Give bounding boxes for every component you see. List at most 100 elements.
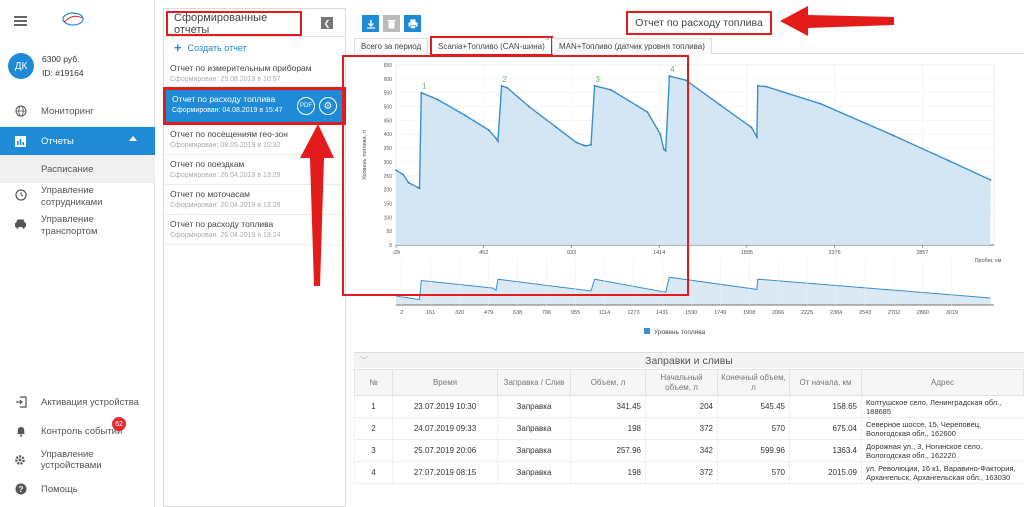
menu-icon[interactable] [14,16,27,26]
avatar[interactable]: ДК [8,53,34,79]
table-row[interactable]: 3 25.07.2019 20:06 Заправка 257.96 342 599.96… [354,439,1024,462]
tab-man[interactable]: MAN+Топливо (датчик уровня топлива) [552,38,712,54]
table-cell: 4 [354,461,393,484]
report-item-selected[interactable]: Отчет по расходу топлива Сформирован: 04… [163,87,346,125]
data-point [892,134,895,137]
refuel-table-title: Заправки и сливы [645,354,733,367]
nav-monitoring-label: Мониторинг [41,105,94,117]
report-item[interactable]: Отчет по моточасам Сформирован: 26.04.20… [164,185,345,215]
overview-x-tick-label: 2384 [830,310,842,316]
data-point [756,136,758,138]
table-row[interactable]: 4 27.07.2019 08:15 Заправка 198 372 570 2015.0… [354,461,1024,484]
nav-help[interactable]: ? Помощь [0,482,155,496]
col-start-volume: Начальный объем, л [645,369,718,396]
table-cell: 1363.4 [789,439,862,462]
table-cell: Заправка [497,417,571,440]
reports-panel-header: Сформированные отчеты ❮ [164,9,345,37]
chart-highlight-frame [342,55,689,296]
col-address: Адрес [861,369,1024,396]
nav-activation[interactable]: Активация устройства [0,395,155,409]
nav-transport[interactable]: Управление транспортом [0,214,155,240]
table-row[interactable]: 2 24.07.2019 09:33 Заправка 198 372 570 675.04… [354,417,1024,440]
plus-icon: + [174,40,182,55]
col-number: № [354,369,393,396]
table-cell: 570 [717,417,790,440]
report-item-title: Отчет по расходу топлива [170,219,274,229]
create-report-label: Создать отчет [187,42,247,53]
overview-x-tick-label: 1273 [627,310,639,316]
overview-x-tick-label: 1114 [599,310,610,316]
tab-scania[interactable]: Scania+Топливо (CAN-шина) × [430,36,553,56]
report-item-date: Сформирован: 08.05.2019 в 10:32 [170,142,281,149]
report-item[interactable]: Отчет по поездкам Сформирован: 26.04.201… [164,155,345,185]
table-cell: Заправка [497,461,571,484]
report-item-title: Отчет по измерительным приборам [170,63,312,73]
data-point [756,84,759,87]
table-cell: 675.04 [789,417,862,440]
user-id: ID: #19164 [42,68,84,78]
data-point [989,179,992,181]
nav-monitoring[interactable]: Мониторинг [0,104,155,118]
data-point [947,159,950,162]
col-end-volume: Конечный объем, л [717,369,790,396]
table-cell: 342 [645,439,718,462]
nav-events[interactable]: Контроль событий 62 [0,417,155,438]
bar-chart-icon [14,135,27,148]
table-cell: 599.96 [717,439,790,462]
nav-reports[interactable]: Отчеты [0,127,155,155]
report-item-date: Сформирован: 26.04.2019 в 13:26 [170,202,281,209]
chevron-down-icon[interactable]: ﹀ [360,355,368,366]
nav-devices[interactable]: Управление устройствами [0,449,155,471]
download-icon [366,19,375,29]
table-row[interactable]: 1 23.07.2019 10:30 Заправка 341.45 204 545.45… [354,395,1024,418]
col-distance: От начала, км [789,369,862,396]
nav-staff-label: Управление сотрудниками [41,185,103,208]
overview-x-tick-label: 2543 [859,310,871,316]
report-item[interactable]: Отчет по посещениям гео-зон Сформирован:… [164,125,345,155]
clock-icon [14,188,27,201]
report-item[interactable]: Отчет по измерительным приборам Сформиро… [164,59,345,89]
tab-man-label: MAN+Топливо (датчик уровня топлива) [559,42,705,51]
legend-label: Уровень топлива [654,329,706,336]
overview-x-tick-label: 1908 [743,310,755,316]
table-header-row: № Время Заправка / Слив Объем, л Начальн… [354,369,1024,396]
overview-x-tick-label: 2860 [917,310,929,316]
reports-panel: Сформированные отчеты ❮ + Создать отчет … [163,8,346,507]
overview-x-tick-label: 1431 [656,310,668,316]
close-tab-icon[interactable]: × [546,36,550,43]
overview-x-tick-label: 2702 [888,310,900,316]
refuel-table: № Время Заправка / Слив Объем, л Начальн… [354,369,1024,484]
delete-button[interactable] [383,15,400,32]
tab-total[interactable]: Всего за период [354,38,429,54]
overview-x-tick-label: 2225 [801,310,813,316]
refuel-table-header: ﹀ Заправки и сливы [354,352,1024,368]
overview-x-tick-label: 2066 [772,310,784,316]
pdf-export-button[interactable]: PDF [297,97,315,115]
overview-x-tick-label: 955 [571,310,580,316]
nav-schedule[interactable]: Расписание [0,155,155,183]
collapse-panel-button[interactable]: ❮ [321,17,333,29]
overview-x-tick-label: 320 [455,310,464,316]
table-cell: 198 [570,461,646,484]
legend-swatch [644,328,650,334]
report-settings-button[interactable]: ⚙ [319,97,337,115]
data-point [819,102,822,105]
report-item-title: Отчет по поездкам [170,159,245,169]
report-item-date: Сформирован: 26.04.2019 в 13:29 [170,172,281,179]
overview-x-tick-label: 1590 [685,310,697,316]
report-item-date: Сформирован: 29.08.2019 в 10:57 [170,76,281,83]
table-cell: 24.07.2019 09:33 [392,417,498,440]
table-cell: 341.45 [570,395,646,418]
user-info[interactable]: ДК 6300 руб. ID: #19164 [8,52,84,80]
table-cell: 570 [717,461,790,484]
nav-staff[interactable]: Управление сотрудниками [0,185,155,211]
create-report-button[interactable]: + Создать отчет [174,40,247,55]
overview-x-tick-label: 161 [426,310,435,316]
table-cell: 372 [645,417,718,440]
table-cell: 372 [645,461,718,484]
print-button[interactable] [404,15,421,32]
x-axis-label: Пробег, км [975,258,1002,264]
download-button[interactable] [362,15,379,32]
user-balance: 6300 руб. [42,54,80,64]
report-item[interactable]: Отчет по расходу топлива Сформирован: 26… [164,215,345,245]
